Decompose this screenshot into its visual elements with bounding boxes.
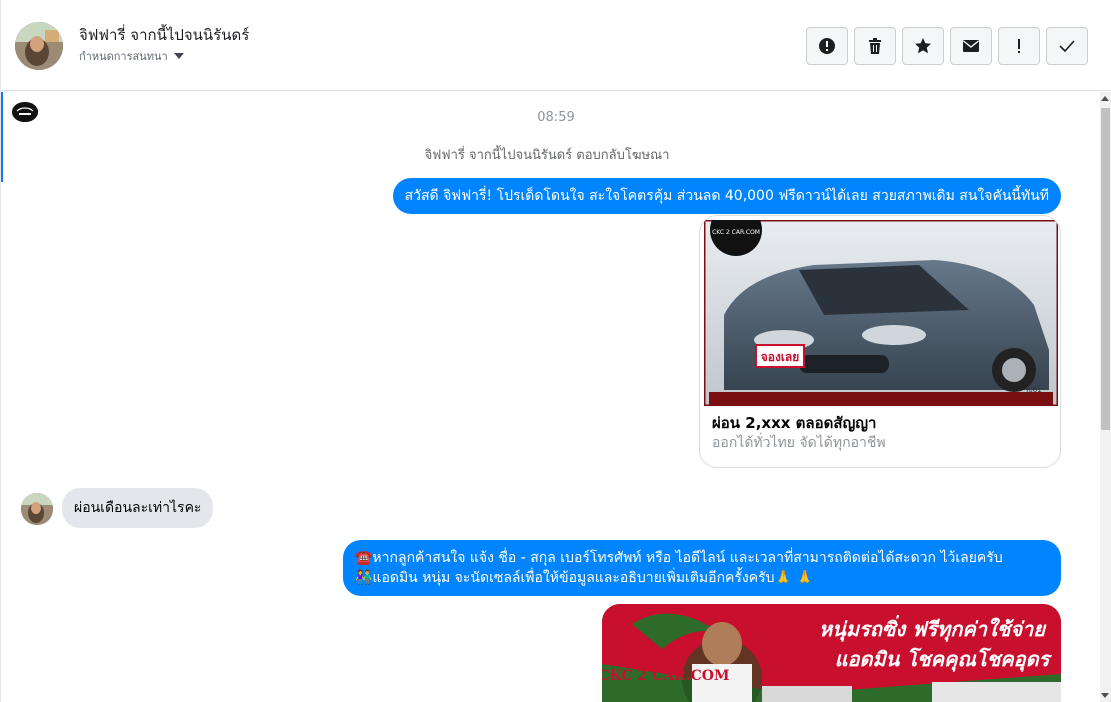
card-logo-text: CKC 2 CAR.COM bbox=[712, 229, 760, 236]
mark-spam-button[interactable] bbox=[806, 27, 848, 65]
outgoing-message[interactable]: ☎️หากลูกค้าสนใจ แจ้ง ชื่อ - สกุล เบอร์โท… bbox=[343, 540, 1061, 596]
message-thread[interactable]: 08:59 จิฟฟารี่ จากนี้ไปจนนิรันดร์ ตอบกลั… bbox=[1, 92, 1101, 702]
mark-unread-button[interactable] bbox=[950, 27, 992, 65]
scroll-down-arrow-icon[interactable] bbox=[1101, 693, 1109, 698]
vertical-scrollbar[interactable] bbox=[1100, 92, 1111, 702]
contact-name: จิฟฟารี่ จากนี้ไปจนนิรันดร์ bbox=[79, 26, 250, 44]
assign-label: กำหนดการสนทนา bbox=[79, 50, 168, 63]
assign-conversation-dropdown[interactable]: กำหนดการสนทนา bbox=[79, 47, 184, 65]
card-subtitle: ออกได้ทั่วไทย จัดได้ทุกอาชีพ bbox=[712, 435, 886, 451]
delete-button[interactable] bbox=[854, 27, 896, 65]
checkmark-icon bbox=[1059, 40, 1075, 53]
car-ad-image: CKC 2 CAR.COM จองเลย J061 bbox=[702, 216, 1060, 408]
promo-banner-image: หนุ่มรถซิ่ง ฟรีทุกค่าใช้จ่าย แอดมิน โชคค… bbox=[602, 604, 1061, 702]
alert-circle-icon bbox=[819, 38, 835, 54]
incoming-message[interactable]: ผ่อนเดือนละเท่าไรคะ bbox=[62, 488, 214, 528]
card-plate-text: J061 bbox=[1025, 386, 1041, 394]
conversation-toolbar bbox=[806, 27, 1088, 65]
scrollbar-thumb[interactable] bbox=[1101, 108, 1110, 430]
mark-done-button[interactable] bbox=[1046, 27, 1088, 65]
follow-up-button[interactable] bbox=[998, 27, 1040, 65]
contact-avatar[interactable] bbox=[15, 22, 63, 70]
caret-down-icon bbox=[173, 53, 184, 59]
ad-card[interactable]: CKC 2 CAR.COM จองเลย J061 ผ่อน 2,xxx ตลอ… bbox=[699, 215, 1061, 468]
contact-small-avatar bbox=[21, 493, 53, 525]
banner-logo-text: CKC 2 CAR.COM bbox=[602, 668, 729, 684]
star-icon bbox=[915, 38, 931, 54]
exclamation-icon bbox=[1018, 39, 1020, 53]
banner-subheadline: แอดมิน โชคคุณโชคอุดร bbox=[835, 647, 1053, 672]
ad-reply-note: จิฟฟารี่ จากนี้ไปจนนิรันดร์ ตอบกลับโฆษณา bbox=[424, 148, 670, 163]
message-timestamp: 08:59 bbox=[537, 110, 575, 125]
card-sticker-text: จองเลย bbox=[761, 350, 800, 364]
envelope-icon bbox=[963, 40, 979, 52]
message-line: 👫แอดมิน หนุ่ม จะนัดเซลล์เพื่อให้ข้อมูลแล… bbox=[355, 570, 814, 586]
outgoing-message[interactable]: สวัสดี จิฟฟารี่! โปรเด็ดโดนใจ สะใจโคตรคุ… bbox=[392, 178, 1061, 214]
message-line: ☎️หากลูกค้าสนใจ แจ้ง ชื่อ - สกุล เบอร์โท… bbox=[355, 550, 1003, 566]
banner-headline: หนุ่มรถซิ่ง ฟรีทุกค่าใช้จ่าย bbox=[819, 615, 1047, 642]
inbox-conversation-window: จิฟฟารี่ จากนี้ไปจนนิรันดร์ กำหนดการสนทน… bbox=[0, 0, 1111, 702]
trash-icon bbox=[869, 38, 881, 54]
conversation-header: จิฟฟารี่ จากนี้ไปจนนิรันดร์ กำหนดการสนทน… bbox=[1, 0, 1111, 91]
scroll-up-arrow-icon[interactable] bbox=[1101, 96, 1109, 101]
star-button[interactable] bbox=[902, 27, 944, 65]
